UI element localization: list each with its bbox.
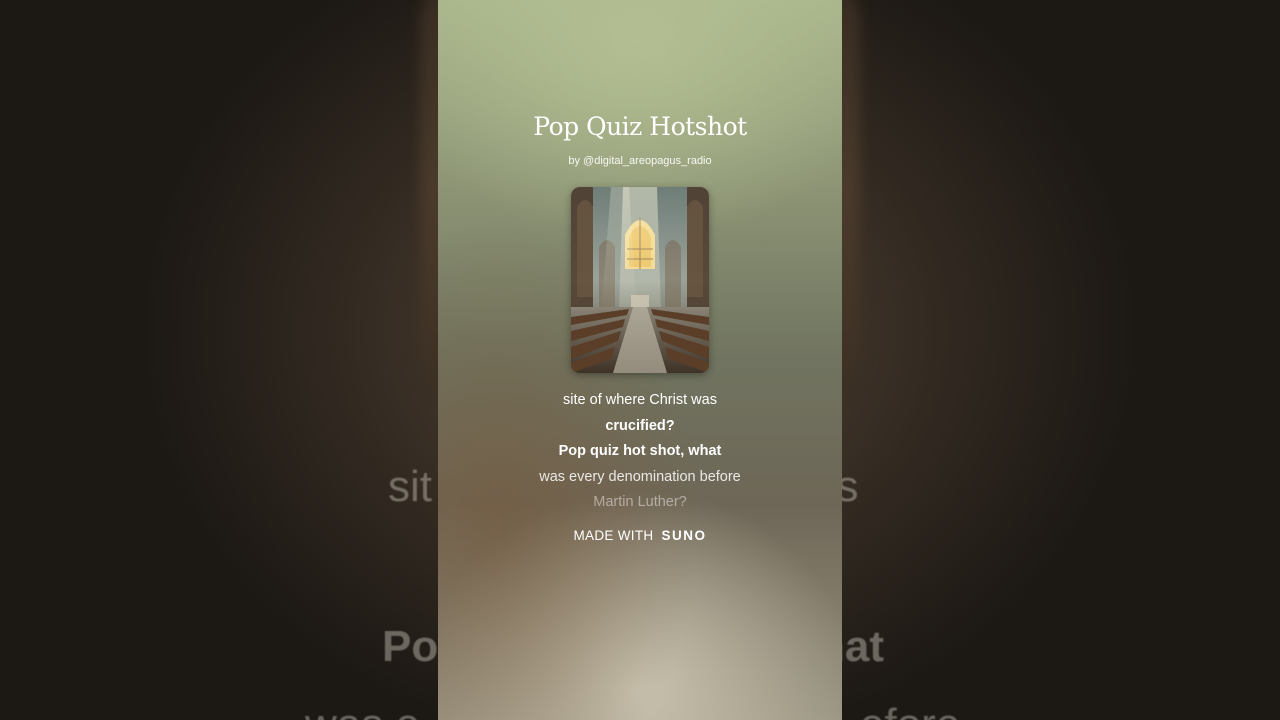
cathedral-cover-image	[571, 187, 709, 373]
background-lyric: Po	[382, 622, 439, 671]
background-lyric: was e	[305, 700, 420, 720]
background-lyric: efore	[860, 700, 960, 720]
background-lyric: sit	[388, 462, 432, 511]
lyric-line: was every denomination before	[539, 468, 741, 485]
suno-logo: SUNO	[661, 528, 707, 543]
made-with-footer: MADE WITH SUNO	[438, 528, 842, 543]
song-card: Pop Quiz Hotshot by @digital_areopagus_r…	[438, 0, 842, 720]
made-with-label: MADE WITH	[573, 528, 654, 543]
lyrics-panel: site of where Christ was crucified? Pop …	[438, 388, 842, 516]
lyric-line-active: Pop quiz hot shot, what	[558, 443, 722, 459]
song-author: by @digital_areopagus_radio	[568, 155, 712, 167]
video-frame: sit as Po hat was e efore Pop Quiz Hotsh…	[0, 0, 1280, 720]
song-title: Pop Quiz Hotshot	[533, 112, 747, 141]
lyric-line: site of where Christ was	[563, 392, 717, 408]
lyric-line-active: crucified?	[605, 417, 675, 434]
lyric-line: Martin Luther?	[593, 494, 687, 510]
